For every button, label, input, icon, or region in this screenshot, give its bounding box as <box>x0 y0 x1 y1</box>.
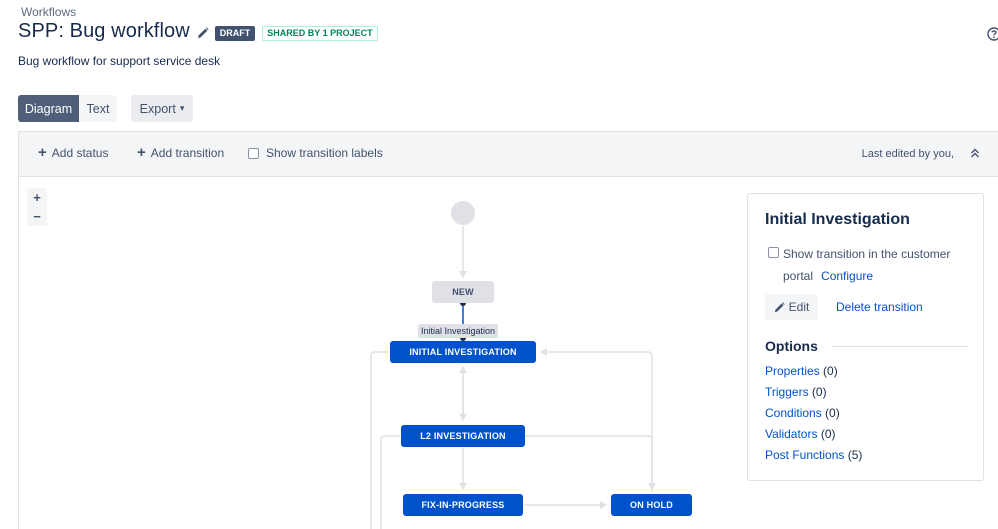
status-l2-investigation[interactable]: L2 INVESTIGATION <box>401 425 525 447</box>
status-initial-investigation[interactable]: INITIAL INVESTIGATION <box>390 341 536 363</box>
option-conditions: Conditions (0) <box>765 406 862 427</box>
transition-details-panel: Initial Investigation Show transition in… <box>747 193 984 481</box>
conditions-link[interactable]: Conditions <box>765 406 822 420</box>
delete-transition-link[interactable]: Delete transition <box>836 300 923 314</box>
configure-link[interactable]: Configure <box>821 269 873 283</box>
option-triggers: Triggers (0) <box>765 385 862 406</box>
triggers-count: (0) <box>811 385 827 399</box>
status-on-hold[interactable]: ON HOLD <box>611 494 692 516</box>
transition-label-initial-investigation[interactable]: Initial Investigation <box>418 324 499 338</box>
panel-title: Initial Investigation <box>765 211 910 228</box>
validators-count: (0) <box>820 427 836 441</box>
post-functions-count: (5) <box>847 448 863 462</box>
portal-checkbox-text: Show transition in the customer portal Co… <box>783 243 973 287</box>
initial-left-transition[interactable] <box>370 351 389 529</box>
option-properties: Properties (0) <box>765 364 862 385</box>
pencil-icon <box>774 301 785 313</box>
validators-link[interactable]: Validators <box>765 427 817 441</box>
status-new[interactable]: NEW <box>432 281 494 303</box>
status-fix-in-progress[interactable]: FIX-IN-PROGRESS <box>403 494 523 516</box>
conditions-count: (0) <box>825 406 840 420</box>
triggers-link[interactable]: Triggers <box>765 385 809 399</box>
option-post-functions: Post Functions (5) <box>765 448 862 469</box>
option-validators: Validators (0) <box>765 427 862 448</box>
properties-link[interactable]: Properties <box>765 364 820 378</box>
edit-transition-button[interactable]: Edit <box>765 294 818 320</box>
portal-visibility-checkbox[interactable] <box>768 247 779 258</box>
post-functions-link[interactable]: Post Functions <box>765 448 844 462</box>
l2-left-transition[interactable] <box>380 435 400 529</box>
properties-count: (0) <box>823 364 838 378</box>
hold-to-initial-transition[interactable] <box>540 348 653 492</box>
options-divider <box>832 346 968 347</box>
l2-to-hold-transition[interactable] <box>525 435 656 490</box>
options-list: Properties (0) Triggers (0) Conditions (… <box>765 364 862 469</box>
options-heading: Options <box>765 338 818 354</box>
start-node[interactable] <box>451 201 475 225</box>
edit-label: Edit <box>788 300 810 314</box>
